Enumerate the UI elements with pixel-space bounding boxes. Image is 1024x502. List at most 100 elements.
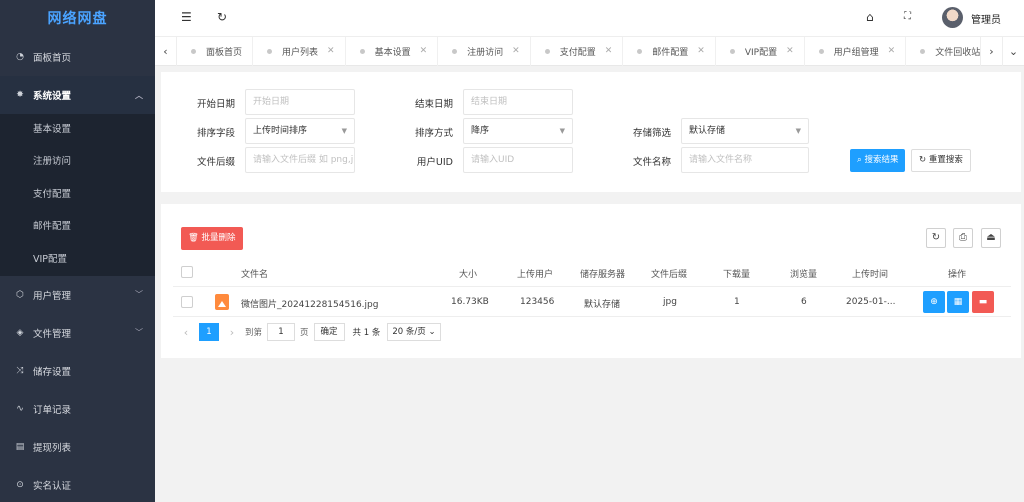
tab-basic-settings[interactable]: 基本设置 ✕ (346, 36, 439, 66)
sidebar: 网络网盘 ◔ 面板首页 ✸ 系统设置 ︿ 基本设置 注册访问 支付配置 邮件配置… (0, 0, 155, 502)
close-icon[interactable]: ✕ (786, 46, 794, 56)
row-divider (173, 286, 1011, 287)
caret-down-icon: ▼ (341, 127, 347, 135)
start-date-label: 开始日期 (196, 99, 235, 110)
uid-input[interactable]: 请输入UID (463, 147, 573, 173)
col-header-actions: 操作 (948, 270, 967, 280)
prev-page-icon[interactable]: ‹ (179, 326, 193, 339)
tab-dropdown[interactable]: ⌄ (1002, 36, 1024, 66)
tab-vip-config[interactable]: VIP配置 ✕ (716, 36, 805, 66)
suffix-label: 文件后缀 (196, 157, 235, 168)
trash-icon: ▬ (978, 297, 988, 307)
tab-label: VIP配置 (744, 47, 778, 58)
trash-icon: 🗑 (188, 233, 202, 243)
sidebar-sub-mail-config[interactable]: 邮件配置 (0, 211, 155, 243)
tab-label: 支付配置 (559, 47, 596, 58)
batch-delete-button[interactable]: 🗑 批量删除 (181, 227, 243, 250)
search-panel: 开始日期 开始日期 结束日期 结束日期 排序字段 上传时间排序 ▼ 排序方式 降序… (161, 72, 1021, 192)
sidebar-item-storage-settings[interactable]: ⤨ 储存设置 (0, 352, 155, 390)
sidebar-item-dashboard[interactable]: ◔ 面板首页 (0, 38, 155, 76)
batch-delete-label: 批量删除 (201, 233, 236, 243)
download-button[interactable]: ⊕ (923, 291, 945, 313)
page-unit-label: 页 (300, 328, 309, 338)
tab-scroll-right[interactable]: › (980, 36, 1002, 66)
reset-button-label: 重置搜索 (928, 155, 963, 165)
edit-button[interactable]: ▦ (947, 291, 969, 313)
refresh-icon[interactable]: ↻ (217, 10, 227, 24)
admin-name[interactable]: 管理员 (971, 11, 1001, 26)
start-date-input[interactable]: 开始日期 (245, 89, 355, 115)
tab-payment-config[interactable]: 支付配置 ✕ (531, 36, 624, 66)
goto-confirm-button[interactable]: 确定 (313, 323, 345, 341)
tab-recycle-bin[interactable]: 文件回收站✕ (906, 37, 980, 66)
tab-dot (818, 48, 824, 54)
row-divider (173, 316, 1011, 317)
col-header-size: 大小 (459, 270, 478, 280)
goto-page-input[interactable]: 1 (267, 323, 296, 341)
end-date-label: 结束日期 (414, 99, 453, 110)
tab-scroll-left[interactable]: ‹ (155, 36, 177, 66)
sidebar-sub-payment-config[interactable]: 支付配置 (0, 179, 155, 211)
tab-label: 注册访问 (467, 47, 504, 58)
end-date-input[interactable]: 结束日期 (463, 89, 573, 115)
storage-filter-value: 默认存储 (689, 126, 726, 136)
close-icon[interactable]: ✕ (697, 46, 705, 56)
sidebar-item-order-records[interactable]: ∿ 订单记录 (0, 390, 155, 428)
sidebar-sub-register-access[interactable]: 注册访问 (0, 146, 155, 178)
page-current[interactable]: 1 (199, 323, 219, 341)
total-count: 共 1 条 (352, 328, 381, 338)
gear-icon: ✸ (16, 90, 24, 100)
sort-field-select[interactable]: 上传时间排序 ▼ (245, 118, 355, 144)
tab-dot (920, 48, 926, 54)
home-icon[interactable]: ⌂ (866, 10, 874, 24)
search-button[interactable]: ⌕ 搜索结果 (850, 149, 906, 172)
filename-input[interactable]: 请输入文件名称 (681, 147, 809, 173)
row-checkbox[interactable] (181, 296, 193, 308)
export-button[interactable]: ⏏ (981, 228, 1001, 248)
sidebar-sub-vip-config[interactable]: VIP配置 (0, 244, 155, 276)
reset-button[interactable]: ↻ 重置搜索 (911, 149, 971, 172)
tab-dot (267, 48, 273, 54)
suffix-input[interactable]: 请输入文件后缀 如 png,jpg 等 (245, 147, 355, 173)
sidebar-item-label: 面板首页 (33, 53, 72, 64)
tab-register-access[interactable]: 注册访问 ✕ (438, 36, 531, 66)
fullscreen-icon[interactable]: ⛶ (904, 11, 911, 22)
tab-mail-config[interactable]: 邮件配置 ✕ (623, 36, 716, 66)
sidebar-item-withdraw-list[interactable]: ▤ 提现列表 (0, 428, 155, 466)
cell-views: 6 (801, 297, 807, 307)
print-button[interactable]: ⎙ (953, 228, 973, 248)
sidebar-sub-basic-settings[interactable]: 基本设置 (0, 114, 155, 146)
sidebar-item-system-settings[interactable]: ✸ 系统设置 ︿ (0, 76, 155, 114)
close-icon[interactable]: ✕ (605, 46, 613, 56)
list-icon: ▤ (15, 441, 25, 452)
sidebar-item-file-management[interactable]: ◈ 文件管理 ﹀ (0, 314, 155, 352)
refresh-icon: ↻ (931, 232, 941, 243)
tab-dashboard[interactable]: 面板首页 (177, 36, 254, 66)
avatar[interactable] (942, 7, 963, 28)
pulse-icon: ∿ (16, 403, 24, 414)
tab-user-group[interactable]: 用户组管理 ✕ (805, 36, 907, 66)
storage-filter-select[interactable]: 默认存储 ▼ (681, 118, 809, 144)
delete-button[interactable]: ▬ (972, 291, 994, 313)
close-icon[interactable]: ✕ (327, 46, 335, 56)
layers-icon: ◈ (16, 327, 24, 338)
sort-field-value: 上传时间排序 (253, 126, 308, 136)
next-page-icon[interactable]: › (225, 326, 239, 339)
goto-label: 到第 (245, 328, 263, 338)
tab-user-list[interactable]: 用户列表 ✕ (253, 36, 346, 66)
close-icon[interactable]: ✕ (512, 46, 520, 56)
sidebar-item-label: 实名认证 (33, 480, 72, 492)
sidebar-item-real-name-auth[interactable]: ⊙ 实名认证 (0, 466, 155, 502)
menu-toggle-icon[interactable]: ☰ (181, 10, 192, 24)
chevron-down-icon: ﹀ (135, 290, 143, 300)
tab-dot (452, 48, 458, 54)
per-page-select[interactable]: 20 条/页 ⌄ (387, 323, 441, 341)
table-refresh-button[interactable]: ↻ (926, 228, 946, 248)
close-icon[interactable]: ✕ (888, 46, 896, 56)
tab-dot (637, 48, 643, 54)
close-icon[interactable]: ✕ (420, 46, 428, 56)
filename-label: 文件名称 (632, 157, 671, 168)
select-all-checkbox[interactable] (181, 266, 193, 278)
sort-order-select[interactable]: 降序 ▼ (463, 118, 573, 144)
sidebar-item-user-management[interactable]: ⬡ 用户管理 ﹀ (0, 276, 155, 314)
